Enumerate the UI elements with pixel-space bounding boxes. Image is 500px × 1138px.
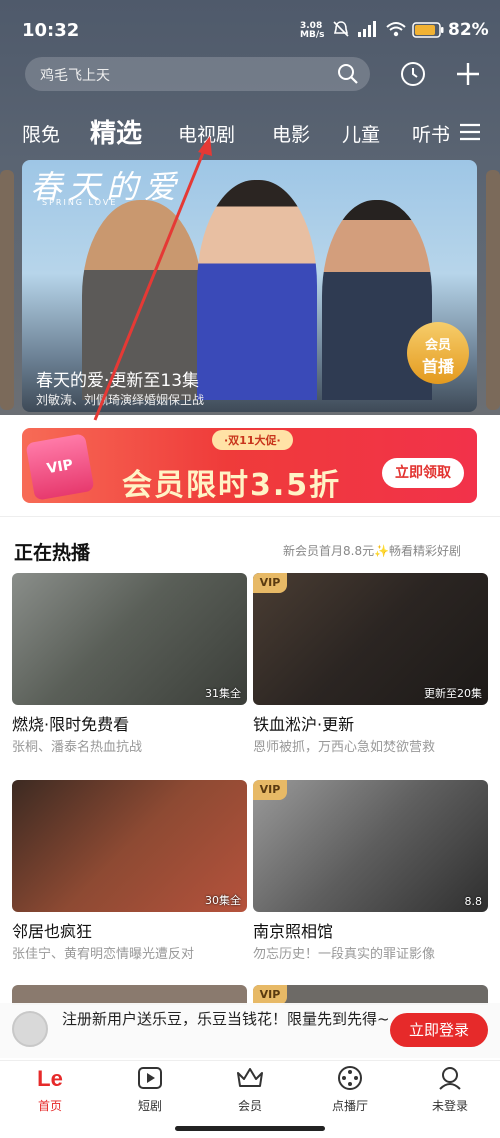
- video-description: 勿忘历史！一段真实的罪证影像: [253, 947, 436, 962]
- nav-membership[interactable]: 会员: [210, 1065, 290, 1114]
- tab-kids[interactable]: 儿童: [342, 120, 380, 147]
- plus-icon[interactable]: [455, 61, 481, 87]
- user-icon: [439, 1067, 461, 1090]
- login-now-button[interactable]: 立即登录: [390, 1013, 488, 1047]
- nav-label: 首页: [37, 1099, 62, 1113]
- login-prompt-bar: 注册新用户送乐豆，乐豆当钱花！限量先到先得~ 立即登录: [0, 1003, 500, 1058]
- promo-text: 会员限时3.5折: [122, 468, 342, 503]
- bottom-navigation: Le 首页 短剧 会员 点播厅 未登录: [0, 1060, 500, 1120]
- section-promo-note[interactable]: 新会员首月8.8元✨畅看精彩好剧: [283, 542, 461, 559]
- wifi-icon: [386, 22, 406, 37]
- banner-title-en: SPRING LOVE: [42, 198, 118, 207]
- le-logo-icon: Le: [37, 1066, 63, 1091]
- video-description: 恩师被抓，万西心急如焚欲营救: [253, 740, 436, 755]
- vip-badge: VIP: [253, 780, 287, 800]
- mute-bell-icon: [333, 21, 349, 37]
- video-title[interactable]: 南京照相馆: [253, 918, 333, 942]
- video-title[interactable]: 邻居也疯狂: [12, 918, 92, 942]
- nav-label: 点播厅: [331, 1099, 368, 1113]
- nav-label: 未登录: [431, 1099, 468, 1113]
- search-input[interactable]: 鸡毛飞上天: [25, 57, 370, 91]
- hero-banner[interactable]: 春天的爱 SPRING LOVE 会员 首播 春天的爱·更新至13集 刘敏涛、刘…: [22, 160, 477, 412]
- video-thumbnail-partial[interactable]: [12, 985, 247, 1005]
- tab-free[interactable]: 限免: [22, 120, 60, 147]
- status-bar: 10:32 3.08 MB/s 82%: [0, 0, 500, 55]
- video-title[interactable]: 燃烧·限时免费看: [12, 711, 129, 735]
- film-reel-icon: [338, 1066, 362, 1090]
- episode-count: 8.8: [464, 895, 483, 908]
- claim-now-button[interactable]: 立即领取: [382, 458, 464, 488]
- nav-short-drama[interactable]: 短剧: [110, 1065, 190, 1114]
- nav-home[interactable]: Le 首页: [10, 1065, 90, 1114]
- episode-count: 30集全: [205, 894, 241, 907]
- banner-description: 刘敏涛、刘佩琦演绎婚姻保卫战: [36, 393, 205, 407]
- video-description: 张桐、潘泰名热血抗战: [12, 740, 143, 755]
- nav-label: 会员: [237, 1099, 262, 1113]
- network-speed: 3.08 MB/s: [300, 21, 325, 40]
- search-icon[interactable]: [336, 62, 360, 86]
- tab-tv-series[interactable]: 电视剧: [178, 120, 235, 147]
- svg-text:Le: Le: [37, 1066, 63, 1091]
- video-thumbnail[interactable]: VIP 更新至20集: [253, 573, 488, 705]
- crown-icon: [237, 1068, 263, 1087]
- search-placeholder: 鸡毛飞上天: [40, 68, 110, 84]
- tab-audiobooks[interactable]: 听书: [412, 120, 450, 147]
- vip-badge: VIP: [253, 573, 287, 593]
- section-title: 正在热播: [14, 542, 91, 564]
- banner-actor-center: [197, 180, 317, 400]
- member-premiere-badge: 会员 首播: [407, 322, 469, 384]
- short-drama-icon: [138, 1067, 162, 1089]
- history-clock-icon[interactable]: [400, 61, 426, 87]
- nav-on-demand[interactable]: 点播厅: [310, 1065, 390, 1114]
- tab-movies[interactable]: 电影: [272, 120, 310, 147]
- signal-icon: [358, 21, 376, 37]
- section-divider: [0, 516, 500, 517]
- video-thumbnail-partial[interactable]: VIP: [253, 985, 488, 1005]
- battery-icon: [412, 22, 444, 38]
- banner-prev-peek[interactable]: [0, 170, 14, 410]
- video-title[interactable]: 铁血淞沪·更新: [253, 711, 354, 735]
- banner-caption: 春天的爱·更新至13集: [36, 371, 200, 391]
- video-description: 张佳宁、黄宥明恋情曝光遭反对: [12, 947, 195, 962]
- banner-next-peek[interactable]: [486, 170, 500, 410]
- status-time: 10:32: [22, 20, 80, 41]
- tab-featured[interactable]: 精选: [90, 113, 142, 150]
- battery-percent: 82%: [448, 20, 489, 40]
- video-thumbnail[interactable]: VIP 8.8: [253, 780, 488, 912]
- nav-label: 短剧: [137, 1099, 162, 1113]
- video-thumbnail[interactable]: 31集全: [12, 573, 247, 705]
- home-indicator: [175, 1126, 325, 1131]
- episode-count: 31集全: [205, 687, 241, 700]
- nav-profile[interactable]: 未登录: [410, 1065, 490, 1114]
- category-tabs: 限免 精选 电视剧 电影 儿童 听书: [0, 110, 500, 155]
- vip-badge: VIP: [253, 985, 287, 1005]
- search-row: 鸡毛飞上天: [0, 57, 500, 93]
- promo-banner[interactable]: VIP ·双11大促· 会员限时3.5折 立即领取: [22, 428, 477, 503]
- video-thumbnail[interactable]: 30集全: [12, 780, 247, 912]
- vip-gift-icon: VIP: [25, 433, 95, 501]
- episode-count: 更新至20集: [424, 687, 482, 700]
- login-prompt-text: 注册新用户送乐豆，乐豆当钱花！限量先到先得~: [62, 1010, 390, 1028]
- avatar: [12, 1011, 48, 1047]
- menu-icon[interactable]: [456, 120, 482, 144]
- promo-tag: ·双11大促·: [212, 430, 293, 450]
